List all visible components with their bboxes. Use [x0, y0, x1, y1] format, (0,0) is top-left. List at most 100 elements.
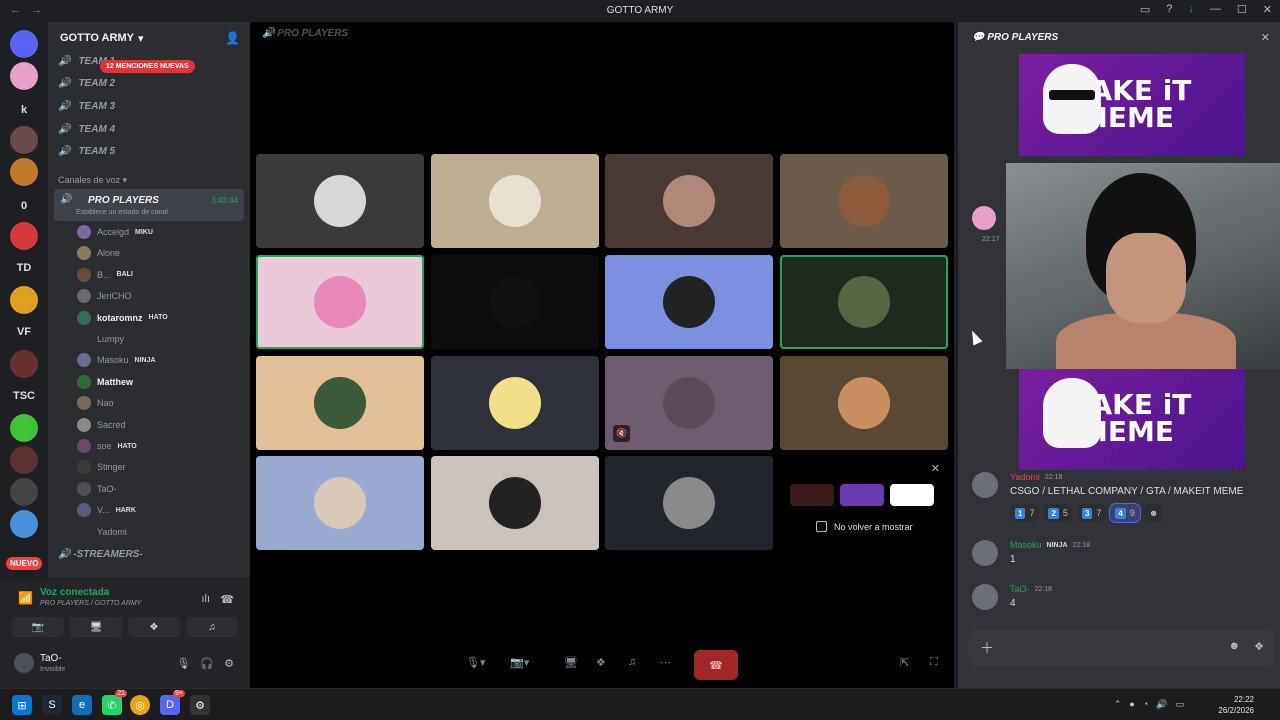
participant-tile[interactable]: [431, 356, 599, 450]
microphone-icon[interactable]: 🎙: [176, 657, 190, 670]
close-chat-icon[interactable]: ✕: [1261, 31, 1270, 44]
avatar[interactable]: [972, 472, 998, 498]
game-logo[interactable]: [790, 484, 834, 506]
fullscreen-icon[interactable]: ⛶: [930, 656, 938, 669]
server-icon[interactable]: TD: [10, 254, 38, 282]
server-icon[interactable]: [10, 446, 38, 474]
edge-icon[interactable]: e: [72, 695, 92, 715]
voice-member[interactable]: soe HATO: [77, 436, 137, 456]
start-icon[interactable]: ⊞: [12, 695, 32, 715]
participant-tile[interactable]: [256, 356, 424, 450]
participant-tile[interactable]: [605, 255, 773, 349]
participant-tile[interactable]: [431, 154, 599, 248]
text-channel-item[interactable]: 🔊 TEAM 3: [58, 96, 115, 116]
steam-icon[interactable]: S: [42, 695, 62, 715]
participant-tile[interactable]: [605, 154, 773, 248]
guild-header[interactable]: GOTTO ARMY ▾ 👤: [48, 22, 250, 54]
whatsapp-icon[interactable]: ✆ 21: [102, 690, 127, 715]
voice-channel-pro-players[interactable]: 🔊 PRO PLAYERS 3:42:44 Establece un estad…: [54, 189, 244, 221]
voice-member[interactable]: Nao: [77, 393, 114, 413]
participant-tile[interactable]: [256, 456, 424, 550]
emoji-icon[interactable]: ☻: [1229, 640, 1241, 653]
participant-tile[interactable]: [431, 255, 599, 349]
voice-member[interactable]: V... HARK: [77, 500, 136, 520]
app-icon[interactable]: ⚙: [190, 695, 210, 715]
participant-tile[interactable]: [780, 356, 948, 450]
voice-member[interactable]: Masoku NINJA: [77, 350, 156, 370]
new-mentions-badge[interactable]: 12 MENCIONES NUEVAS: [100, 60, 195, 73]
text-channel-item[interactable]: 🔊 TEAM 2: [58, 74, 115, 94]
mic-icon[interactable]: 🎙▾: [466, 656, 486, 669]
voice-member[interactable]: Sacred: [77, 415, 126, 435]
server-icon[interactable]: [10, 30, 38, 58]
reaction-chip[interactable]: 49: [1109, 503, 1141, 523]
avatar[interactable]: [972, 584, 998, 610]
screenshare-button[interactable]: 🖥: [70, 617, 122, 637]
server-icon[interactable]: [10, 414, 38, 442]
camera-button[interactable]: 📷: [12, 617, 64, 637]
voice-member[interactable]: Alone: [77, 243, 120, 263]
reaction-chip[interactable]: 37: [1076, 504, 1107, 522]
close-icon[interactable]: ✕: [1263, 3, 1272, 16]
message-composer[interactable]: ＋ ☻ ❖: [968, 630, 1274, 666]
server-icon[interactable]: TSC: [10, 382, 38, 410]
apps-icon[interactable]: ❖: [1254, 640, 1264, 653]
voice-member[interactable]: kotaromnz HATO: [77, 308, 168, 328]
server-icon[interactable]: VF: [10, 318, 38, 346]
hang-up-button[interactable]: ☎: [694, 650, 738, 680]
channel-status-prompt[interactable]: Establece un estado de canal: [76, 209, 168, 216]
inbox-icon[interactable]: ▭: [1140, 3, 1150, 16]
soundboard-icon[interactable]: ♫: [628, 656, 636, 668]
headphones-icon[interactable]: 🎧: [200, 657, 214, 670]
dont-show-checkbox[interactable]: No volver a mostrar: [816, 521, 913, 532]
discord-icon[interactable]: D 9+: [160, 690, 185, 715]
streamers-category[interactable]: 🔊 -STREAMERS-: [58, 549, 143, 560]
reaction-chip[interactable]: 25: [1043, 504, 1073, 522]
add-member-icon[interactable]: 👤: [225, 31, 240, 45]
avatar[interactable]: [972, 206, 996, 230]
reaction-chip[interactable]: 17: [1010, 504, 1040, 522]
server-icon[interactable]: k: [10, 96, 38, 124]
server-icon[interactable]: [10, 62, 38, 90]
signal-icon[interactable]: 📶: [18, 591, 33, 605]
participant-tile[interactable]: [780, 255, 948, 349]
settings-gear-icon[interactable]: ⚙: [224, 657, 234, 670]
voice-location[interactable]: PRO PLAYERS / GOTTO ARMY: [40, 600, 141, 607]
soundboard-button[interactable]: ♫: [186, 617, 238, 637]
message-author[interactable]: TaO-: [1010, 584, 1030, 594]
activities-button[interactable]: ❖: [128, 617, 180, 637]
message-author[interactable]: Yadomi: [1010, 472, 1040, 482]
text-channel-item[interactable]: 🔊 TEAM 5: [58, 142, 115, 162]
more-icon[interactable]: ⋯: [660, 656, 671, 669]
server-icon[interactable]: [10, 510, 38, 538]
wifi-icon[interactable]: ◔: [1143, 699, 1148, 710]
server-icon[interactable]: [10, 158, 38, 186]
voice-member[interactable]: TaO-: [77, 479, 117, 499]
webcam-overlay[interactable]: [1006, 163, 1280, 369]
voice-member[interactable]: JeriCHO: [77, 286, 132, 306]
server-icon[interactable]: [10, 286, 38, 314]
taskbar-clock[interactable]: 22:22 26/2/2026: [1218, 694, 1254, 716]
voice-member[interactable]: Yadomi: [77, 522, 127, 542]
participant-tile[interactable]: [780, 154, 948, 248]
message-author[interactable]: Masoku: [1010, 540, 1042, 550]
avatar[interactable]: [14, 653, 34, 673]
voice-member[interactable]: Accelgd MIKU: [77, 222, 153, 242]
participant-tile[interactable]: [605, 456, 773, 550]
download-icon[interactable]: ↓: [1188, 3, 1194, 16]
screenshare-icon[interactable]: 🖥: [564, 656, 578, 669]
chrome-icon[interactable]: ◎: [130, 695, 150, 715]
server-icon[interactable]: 0: [10, 192, 38, 220]
new-server-badge[interactable]: NUEVO: [6, 557, 43, 570]
popout-icon[interactable]: ⇱: [900, 656, 909, 669]
minimize-icon[interactable]: —: [1210, 3, 1221, 16]
volume-icon[interactable]: 🔊: [1156, 699, 1167, 710]
activities-icon[interactable]: ❖: [596, 656, 606, 669]
plus-icon[interactable]: ＋: [980, 638, 994, 658]
server-icon[interactable]: [10, 222, 38, 250]
add-reaction-icon[interactable]: ☻: [1143, 504, 1164, 522]
participant-tile[interactable]: 🔇: [605, 356, 773, 450]
chevron-up-icon[interactable]: ⌃: [1114, 699, 1122, 710]
text-channel-item[interactable]: 🔊 TEAM 4: [58, 119, 115, 139]
help-icon[interactable]: ?: [1166, 3, 1172, 16]
